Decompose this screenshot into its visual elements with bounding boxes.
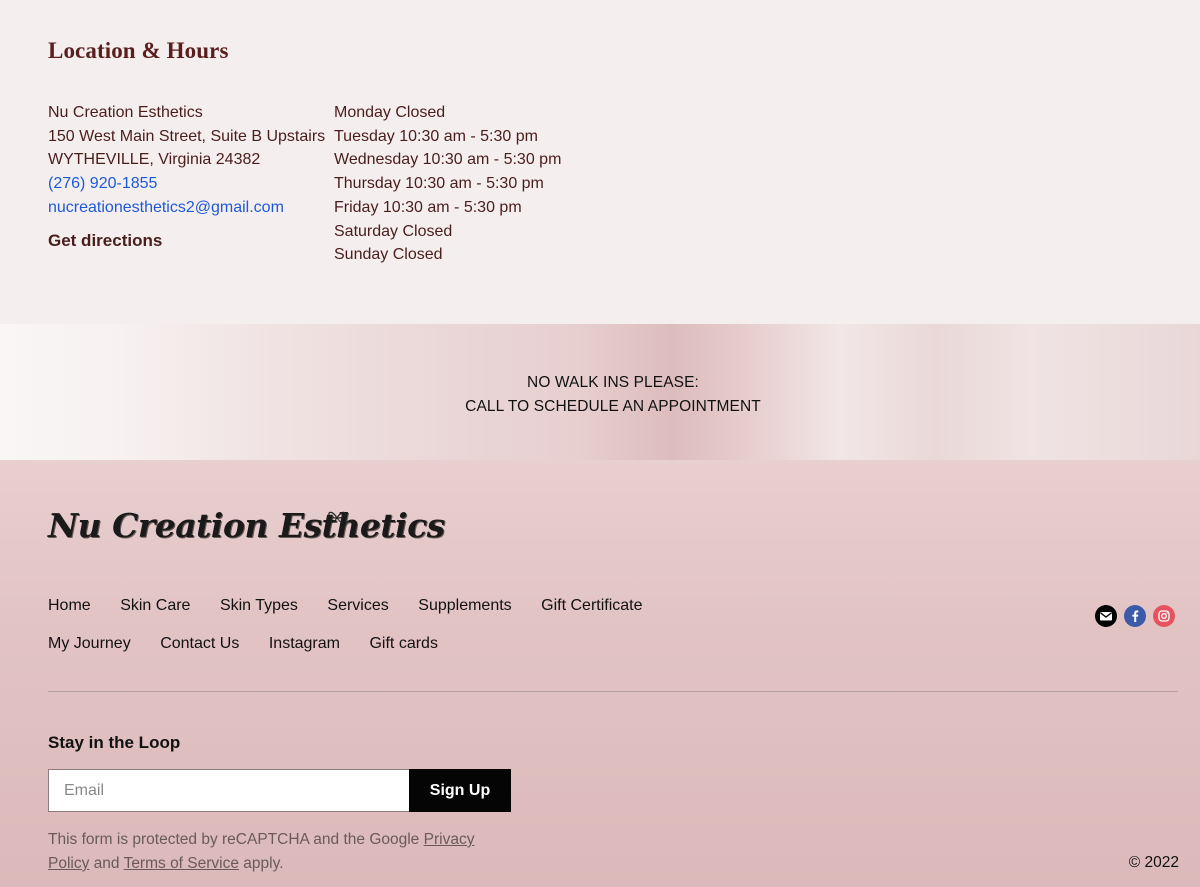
instagram-icon	[1158, 610, 1170, 622]
email-social-button[interactable]	[1095, 605, 1117, 627]
city-state-zip: WYTHEVILLE, Virginia 24382	[48, 151, 261, 169]
recaptcha-prefix: This form is protected by reCAPTCHA and …	[48, 831, 424, 848]
hours-tuesday: Tuesday 10:30 am - 5:30 pm	[334, 127, 538, 145]
newsletter-form: Sign Up	[48, 769, 511, 812]
site-footer: Nu Creation Esthetics Home Skin Care Ski…	[0, 460, 1200, 887]
nav-skin-types[interactable]: Skin Types	[220, 597, 298, 615]
hours-sunday: Sunday Closed	[334, 246, 443, 264]
hours-saturday: Saturday Closed	[334, 222, 453, 240]
location-title: Location & Hours	[48, 38, 229, 63]
sign-up-button[interactable]: Sign Up	[409, 769, 511, 812]
nav-skin-care[interactable]: Skin Care	[120, 597, 190, 615]
nav-supplements[interactable]: Supplements	[418, 597, 511, 615]
nav-contact-us[interactable]: Contact Us	[160, 635, 239, 653]
address-block: Nu Creation Esthetics 150 West Main Stre…	[48, 101, 328, 252]
logo-wordmark: Nu Creation Esthetics	[48, 506, 445, 545]
hours-friday: Friday 10:30 am - 5:30 pm	[334, 198, 522, 216]
location-hours-section: Location & Hours Nu Creation Esthetics 1…	[0, 0, 1200, 324]
hours-wednesday: Wednesday 10:30 am - 5:30 pm	[334, 151, 562, 169]
instagram-social-button[interactable]	[1153, 605, 1175, 627]
envelope-icon	[1100, 612, 1112, 621]
notice-line-1: NO WALK INS PLEASE:	[527, 374, 699, 391]
notice-text: NO WALK INS PLEASE: CALL TO SCHEDULE AN …	[0, 371, 1200, 419]
nav-my-journey[interactable]: My Journey	[48, 635, 131, 653]
butterfly-icon	[328, 511, 346, 523]
footer-nav: Home Skin Care Skin Types Services Suppl…	[48, 587, 688, 663]
recaptcha-notice: This form is protected by reCAPTCHA and …	[48, 828, 518, 876]
social-links	[1095, 605, 1175, 627]
footer-nav-row-2: My Journey Contact Us Instagram Gift car…	[48, 625, 688, 663]
notice-line-2: CALL TO SCHEDULE AN APPOINTMENT	[465, 398, 761, 415]
business-name: Nu Creation Esthetics	[48, 104, 203, 121]
nav-services[interactable]: Services	[327, 597, 388, 615]
nav-gift-cards[interactable]: Gift cards	[369, 635, 437, 653]
phone-link[interactable]: (276) 920-1855	[48, 172, 328, 196]
newsletter-email-input[interactable]	[48, 769, 409, 812]
appointment-notice-banner: NO WALK INS PLEASE: CALL TO SCHEDULE AN …	[0, 324, 1200, 460]
footer-divider	[48, 691, 1178, 692]
hours-thursday: Thursday 10:30 am - 5:30 pm	[334, 175, 544, 193]
nav-instagram[interactable]: Instagram	[269, 635, 340, 653]
street-address: 150 West Main Street, Suite B Upstairs	[48, 127, 326, 145]
hours-monday: Monday Closed	[334, 104, 446, 121]
nav-gift-certificate[interactable]: Gift Certificate	[541, 597, 642, 615]
nav-home[interactable]: Home	[48, 597, 91, 615]
terms-of-service-link[interactable]: Terms of Service	[124, 855, 239, 872]
recaptcha-middle: and	[89, 855, 124, 872]
hours-block: Monday Closed Tuesday 10:30 am - 5:30 pm…	[334, 101, 634, 267]
facebook-icon	[1132, 610, 1139, 622]
footer-nav-row-1: Home Skin Care Skin Types Services Suppl…	[48, 587, 688, 625]
get-directions-link[interactable]: Get directions	[48, 229, 328, 253]
recaptcha-suffix: apply.	[238, 855, 284, 872]
site-logo[interactable]: Nu Creation Esthetics	[48, 506, 445, 566]
newsletter-title: Stay in the Loop	[48, 733, 181, 752]
facebook-social-button[interactable]	[1124, 605, 1146, 627]
copyright-text: © 2022	[1128, 854, 1179, 871]
email-link[interactable]: nucreationesthetics2@gmail.com	[48, 196, 328, 220]
